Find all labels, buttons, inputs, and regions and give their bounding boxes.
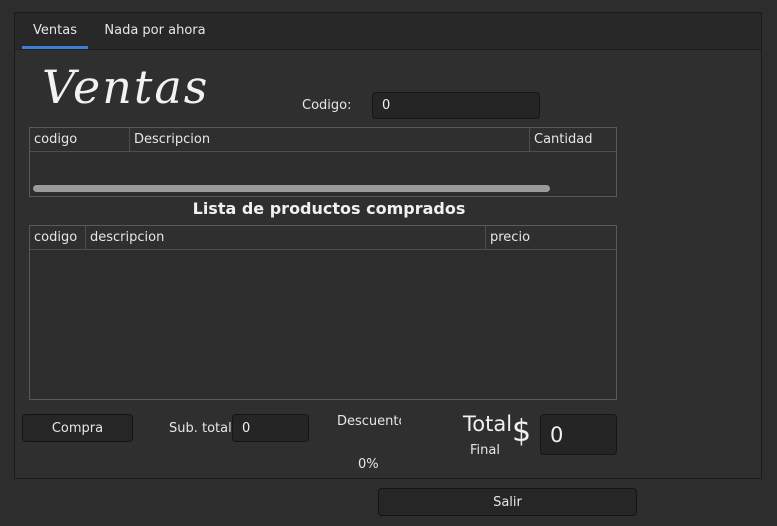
- total-label: Total: [463, 412, 513, 436]
- compra-button[interactable]: Compra: [22, 414, 133, 442]
- tab-ventas[interactable]: Ventas: [22, 13, 88, 49]
- column-header-precio[interactable]: precio: [486, 226, 616, 250]
- page-title: Ventas: [42, 60, 210, 114]
- codigo-input[interactable]: 0: [372, 92, 540, 119]
- final-label: Final: [470, 443, 500, 458]
- subtotal-label: Sub. total $: [169, 421, 233, 436]
- subtotal-field[interactable]: 0: [232, 414, 309, 442]
- column-header-codigo[interactable]: codigo: [30, 226, 86, 250]
- active-tab-indicator: [22, 46, 88, 49]
- horizontal-scrollbar[interactable]: [33, 185, 550, 192]
- purchased-heading: Lista de productos comprados: [192, 199, 466, 218]
- descuento-value: 0%: [358, 457, 379, 472]
- total-field[interactable]: 0: [540, 414, 617, 455]
- purchased-table[interactable]: codigo descripcion precio: [29, 225, 617, 400]
- column-header-descripcion[interactable]: descripcion: [86, 226, 486, 250]
- tab-nada-por-ahora[interactable]: Nada por ahora: [100, 13, 210, 49]
- codigo-label: Codigo:: [302, 98, 352, 113]
- column-header-descripcion[interactable]: Descripcion: [130, 128, 530, 152]
- descuento-label: Descuento: [337, 414, 401, 429]
- column-header-codigo[interactable]: codigo: [30, 128, 130, 152]
- dollar-sign: $: [512, 414, 532, 449]
- salir-button[interactable]: Salir: [378, 488, 637, 516]
- column-header-cantidad[interactable]: Cantidad: [530, 128, 616, 152]
